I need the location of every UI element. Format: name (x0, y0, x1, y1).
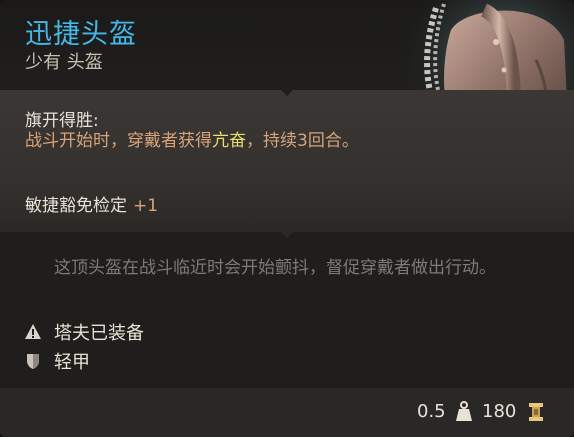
divider-notch (280, 231, 294, 238)
bonus-label: 敏捷豁免检定 (25, 196, 127, 216)
divider-notch (280, 89, 294, 96)
passive-name: 旗开得胜: (25, 111, 99, 131)
gold-coin-icon (529, 403, 543, 421)
shield-icon (27, 354, 39, 369)
saving-throw-bonus: 敏捷豁免检定 +1 (25, 191, 158, 216)
keyword-link[interactable]: 亢奋 (212, 131, 246, 151)
equipped-label: 塔夫已装备 (54, 323, 144, 344)
passive-desc-text: 战斗开始时，穿戴者获得 (25, 131, 212, 151)
flavor-text: 这顶头盔在战斗临近时会开始颤抖，督促穿戴者做出行动。 (54, 258, 496, 278)
passive-description: 战斗开始时，穿戴者获得亢奋，持续3回合。 (25, 129, 405, 153)
price-value: 180 (482, 401, 517, 422)
equipped-row: 塔夫已装备 (24, 320, 144, 344)
armor-type-label: 轻甲 (54, 352, 90, 373)
item-rarity-type: 少有 头盔 (25, 52, 103, 73)
armor-type-row: 轻甲 (24, 349, 90, 373)
warning-triangle-icon (25, 324, 41, 339)
weight-icon (456, 401, 472, 421)
item-title: 迅捷头盔 (25, 19, 137, 50)
weight-value: 0.5 (417, 401, 446, 422)
bonus-value: +1 (133, 196, 159, 216)
item-tooltip: 迅捷头盔 少有 头盔 旗开得胜: 战斗开始时，穿戴者获得亢奋，持续3回合。 敏捷… (0, 0, 574, 437)
passive-desc-text: ，持续3回合。 (246, 131, 359, 151)
